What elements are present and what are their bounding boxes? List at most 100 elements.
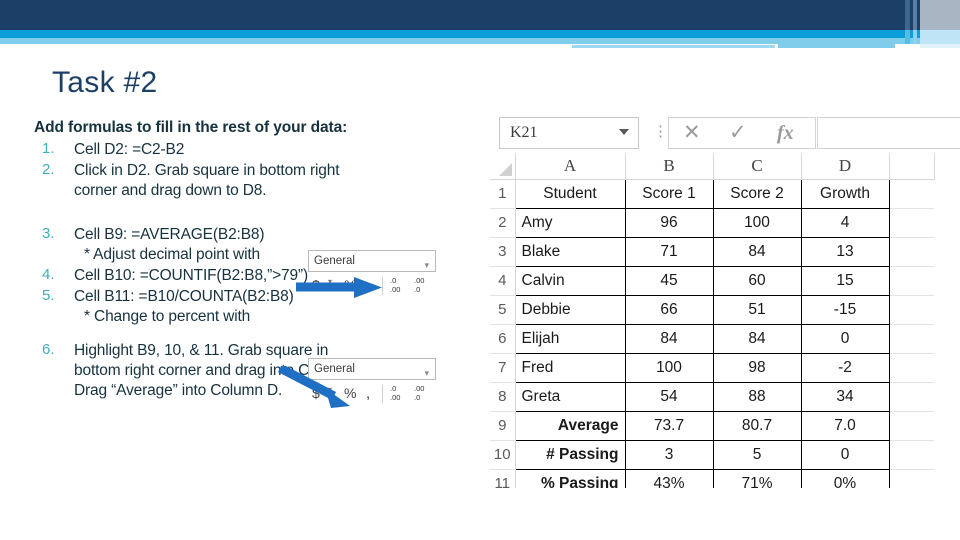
row-header-7[interactable]: 7 (490, 353, 516, 383)
cell-a8[interactable]: Greta (514, 381, 626, 412)
header-accent-line-5 (0, 44, 86, 47)
cell-e2[interactable] (889, 208, 934, 238)
row-header-4[interactable]: 4 (490, 266, 516, 296)
cell-a2[interactable]: Amy (514, 207, 626, 238)
cell-b11[interactable]: 43% (624, 468, 714, 488)
cell-e11[interactable] (889, 469, 934, 488)
header-accent-line-6 (920, 44, 960, 48)
cell-d7[interactable]: -2 (800, 352, 890, 383)
cell-c5[interactable]: 51 (712, 294, 802, 325)
column-header-c[interactable]: C (713, 153, 802, 180)
column-header-e[interactable] (889, 153, 935, 180)
decrease-decimal-icon[interactable]: .00 .0 (414, 276, 436, 297)
insert-function-icon[interactable]: fx (777, 122, 794, 145)
toolbar-divider-2 (382, 385, 383, 403)
cell-d8[interactable]: 34 (800, 381, 890, 412)
cell-d2[interactable]: 4 (800, 207, 890, 238)
increase-decimal-icon[interactable]: .0 .00 (390, 276, 412, 297)
cell-a5[interactable]: Debbie (514, 294, 626, 325)
name-box-chevron-down-icon[interactable] (619, 129, 629, 135)
decrease-decimal-bottom: .0 (414, 284, 421, 294)
step-text-3-line-1: Cell B9: =AVERAGE(B2:B8) (74, 226, 265, 243)
cell-c2[interactable]: 100 (712, 207, 802, 238)
cell-e1[interactable] (889, 179, 934, 209)
row-header-8[interactable]: 8 (490, 382, 516, 412)
select-all-corner[interactable] (490, 153, 516, 180)
cell-d9[interactable]: 7.0 (800, 410, 890, 441)
cell-d1[interactable]: Growth (800, 178, 890, 209)
row-header-10[interactable]: 10 (490, 440, 516, 470)
cell-b9[interactable]: 73.7 (624, 410, 714, 441)
cell-c6[interactable]: 84 (712, 323, 802, 354)
cell-c10[interactable]: 5 (712, 439, 802, 470)
column-header-a[interactable]: A (515, 153, 626, 180)
cell-b2[interactable]: 96 (624, 207, 714, 238)
number-format-dropdown-1[interactable]: General ▾ (308, 250, 436, 272)
column-header-d[interactable]: D (801, 153, 890, 180)
cell-c9[interactable]: 80.7 (712, 410, 802, 441)
slide-header-banner (0, 0, 960, 48)
cell-d5[interactable]: -15 (800, 294, 890, 325)
table-row: 7 Fred 100 98 -2 (490, 352, 934, 383)
row-header-6[interactable]: 6 (490, 324, 516, 354)
cell-d3[interactable]: 13 (800, 236, 890, 267)
cell-b1[interactable]: Score 1 (624, 178, 714, 209)
row-header-1[interactable]: 1 (490, 179, 516, 209)
comma-style-icon-2[interactable]: , (366, 385, 370, 402)
row-header-2[interactable]: 2 (490, 208, 516, 238)
cell-d6[interactable]: 0 (800, 323, 890, 354)
spreadsheet-table: A B C D 1 Student Score 1 Score 2 Growth… (490, 153, 935, 488)
row-header-3[interactable]: 3 (490, 237, 516, 267)
cell-b4[interactable]: 45 (624, 265, 714, 296)
cell-b3[interactable]: 71 (624, 236, 714, 267)
cell-d10[interactable]: 0 (800, 439, 890, 470)
cell-e7[interactable] (889, 353, 934, 383)
cell-a10[interactable]: # Passing (514, 439, 626, 470)
diagonal-down-right-arrow-icon (278, 366, 350, 408)
row-header-9[interactable]: 9 (490, 411, 516, 441)
cell-e4[interactable] (889, 266, 934, 296)
row-header-5[interactable]: 5 (490, 295, 516, 325)
cell-e5[interactable] (889, 295, 934, 325)
step-text-5-sub: * Change to percent with (84, 308, 251, 325)
cancel-icon[interactable]: ✕ (683, 122, 701, 144)
cell-b7[interactable]: 100 (624, 352, 714, 383)
cell-b10[interactable]: 3 (624, 439, 714, 470)
cell-e9[interactable] (889, 411, 934, 441)
header-stripe-2 (913, 0, 917, 30)
cell-b6[interactable]: 84 (624, 323, 714, 354)
cell-a4[interactable]: Calvin (514, 265, 626, 296)
cell-b8[interactable]: 54 (624, 381, 714, 412)
more-options-icon[interactable]: ⋮ (653, 122, 669, 140)
decrease-decimal-icon-2[interactable]: .00 .0 (414, 384, 436, 405)
cell-e6[interactable] (889, 324, 934, 354)
cell-a7[interactable]: Fred (514, 352, 626, 383)
chevron-down-icon[interactable]: ▾ (424, 255, 429, 275)
header-accent-line-3 (572, 45, 775, 48)
cell-a9[interactable]: Average (514, 410, 626, 441)
cell-e8[interactable] (889, 382, 934, 412)
row-header-11[interactable]: 11 (490, 469, 516, 488)
cell-a11[interactable]: % Passing (514, 468, 626, 488)
enter-checkmark-icon[interactable]: ✓ (729, 122, 747, 144)
chevron-down-icon-2[interactable]: ▾ (424, 363, 429, 383)
name-box[interactable]: K21 (499, 117, 639, 149)
cell-e3[interactable] (889, 237, 934, 267)
cell-d11[interactable]: 0% (800, 468, 890, 488)
cell-a6[interactable]: Elijah (514, 323, 626, 354)
cell-b5[interactable]: 66 (624, 294, 714, 325)
formula-bar-input[interactable] (817, 117, 960, 149)
column-header-b[interactable]: B (625, 153, 714, 180)
cell-d4[interactable]: 15 (800, 265, 890, 296)
cell-c7[interactable]: 98 (712, 352, 802, 383)
cell-c11[interactable]: 71% (712, 468, 802, 488)
cell-a1[interactable]: Student (514, 178, 626, 209)
cell-c8[interactable]: 88 (712, 381, 802, 412)
cell-e10[interactable] (889, 440, 934, 470)
cell-c1[interactable]: Score 2 (712, 178, 802, 209)
cell-a3[interactable]: Blake (514, 236, 626, 267)
name-box-value: K21 (510, 124, 538, 141)
increase-decimal-icon-2[interactable]: .0 .00 (390, 384, 412, 405)
cell-c3[interactable]: 84 (712, 236, 802, 267)
cell-c4[interactable]: 60 (712, 265, 802, 296)
